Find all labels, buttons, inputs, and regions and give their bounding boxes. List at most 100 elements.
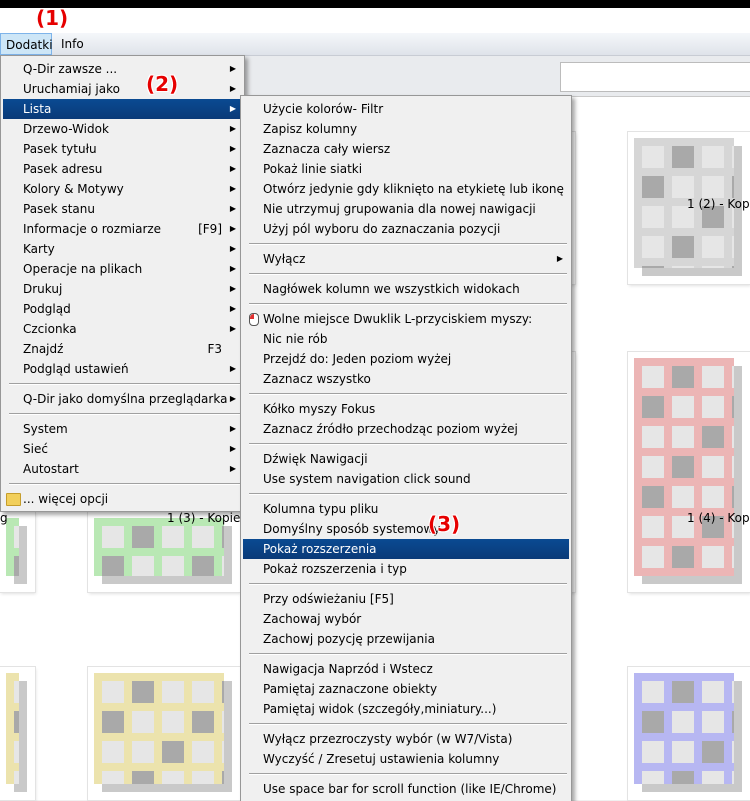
submenu-item-kolko-myszy-fokus[interactable]: Kółko myszy Fokus [243, 399, 569, 419]
submenu-item-label: Otwórz jedynie gdy kliknięto na etykietę… [263, 182, 564, 196]
submenu-item-kolumna-typu-pliku[interactable]: Kolumna typu pliku [243, 499, 569, 519]
thumbnail-cell [702, 176, 724, 198]
submenu-item-use-system-navigation-click-sound[interactable]: Use system navigation click sound [243, 469, 569, 489]
mouse-icon [249, 313, 259, 326]
submenu-item-dzwiek-nawigacji[interactable]: Dźwięk Nawigacji [243, 449, 569, 469]
submenu-item-zaznacza-caly-wiersz[interactable]: Zaznacza cały wiersz [243, 139, 569, 159]
thumbnail-cell [702, 741, 724, 763]
menu-item-pasek-stanu[interactable]: Pasek stanu ▶ [3, 199, 242, 219]
submenu-item-label: Zaznacz wszystko [263, 372, 371, 386]
file-thumbnail[interactable] [0, 667, 35, 800]
menu-item-informacje-o-rozmiarze[interactable]: Informacje o rozmiarze [F9] ▶ [3, 219, 242, 239]
menu-item-label: Znajdź [23, 342, 64, 356]
submenu-arrow-icon: ▶ [229, 204, 236, 213]
submenu-item-label: Pokaż linie siatki [263, 162, 363, 176]
submenu-item-uzyj-pol-wyboru-do-zaznaczania-pozycji[interactable]: Użyj pól wyboru do zaznaczania pozycji [243, 219, 569, 239]
submenu-item-zachowj-pozycje-przewijania[interactable]: Zachowj pozycję przewijania [243, 629, 569, 649]
menu-item-label: Karty [23, 242, 55, 256]
submenu-item-label: Nie utrzymuj grupowania dla nowej nawiga… [263, 202, 536, 216]
submenu-arrow-icon: ▶ [229, 64, 236, 73]
thumbnail-cell [162, 556, 184, 576]
thumbnail-cell [642, 771, 664, 784]
menu-separator [9, 383, 240, 385]
file-thumbnail[interactable] [628, 352, 750, 592]
menu-item-uruchamiaj-jako[interactable]: Uruchamiaj jako ▶ [3, 79, 242, 99]
submenu-item-pokaz-rozszerzenia[interactable]: Pokaż rozszerzenia [243, 539, 569, 559]
menu-item-label: Sieć [23, 442, 48, 456]
menu-item-autostart[interactable]: Autostart ▶ [3, 459, 242, 479]
thumbnail-cell [672, 681, 694, 703]
thumbnail-cell [642, 741, 664, 763]
submenu-item-wylacz-przezroczysty-wybor-w-w7-vista[interactable]: Wyłącz przezroczysty wybór (w W7/Vista) [243, 729, 569, 749]
menu-item-drzewo-widok[interactable]: Drzewo-Widok ▶ [3, 119, 242, 139]
address-input[interactable] [560, 62, 750, 92]
menu-item-drukuj[interactable]: Drukuj ▶ [3, 279, 242, 299]
thumbnail-cell [14, 526, 19, 548]
thumbnail-cell [732, 741, 734, 763]
menu-item-czcionka[interactable]: Czcionka ▶ [3, 319, 242, 339]
thumbnail-cell [702, 486, 724, 508]
menu-item-q-dir-zawsze[interactable]: Q-Dir zawsze ... ▶ [3, 59, 242, 79]
menu-item-podglad[interactable]: Podgląd ▶ [3, 299, 242, 319]
menu-item-podglad-ustawien[interactable]: Podgląd ustawień ▶ [3, 359, 242, 379]
submenu-item-przy-odswiezaniu-f5[interactable]: Przy odświeżaniu [F5] [243, 589, 569, 609]
submenu-item-label: Kolumna typu pliku [263, 502, 379, 516]
menu-item-system[interactable]: System ▶ [3, 419, 242, 439]
thumbnail-cell [14, 556, 19, 576]
submenu-item-zaznacz-wszystko[interactable]: Zaznacz wszystko [243, 369, 569, 389]
submenu-item-wyczysc-zresetuj-ustawienia-kolumny[interactable]: Wyczyść / Zresetuj ustawienia kolumny [243, 749, 569, 769]
submenu-item-zaznacz-zrodlo-przechodzac-poziom-wyzej[interactable]: Zaznacz źródło przechodząc poziom wyżej [243, 419, 569, 439]
submenu-item-pamietaj-widok-szczegoly-miniatury[interactable]: Pamiętaj widok (szczegóły,miniatury...) [243, 699, 569, 719]
submenu-item-naglowek-kolumn-we-wszystkich-widokach[interactable]: Nagłówek kolumn we wszystkich widokach [243, 279, 569, 299]
submenu-item-zapisz-kolumny[interactable]: Zapisz kolumny [243, 119, 569, 139]
menu-item-operacje-na-plikach[interactable]: Operacje na plikach ▶ [3, 259, 242, 279]
thumbnail-caption[interactable]: g [0, 510, 8, 526]
submenu-item-domyslny-sposob-systemowy[interactable]: Domyślny sposób systemowy [243, 519, 569, 539]
submenu-item-label: Przy odświeżaniu [F5] [263, 592, 394, 606]
submenu-item-otworz-jedynie-gdy-kliknieto-na-etykiete-lub-ikone[interactable]: Otwórz jedynie gdy kliknięto na etykietę… [243, 179, 569, 199]
submenu-item-nie-utrzymuj-grupowania-dla-nowej-nawigacji[interactable]: Nie utrzymuj grupowania dla nowej nawiga… [243, 199, 569, 219]
submenu-item-label: Wyłącz przezroczysty wybór (w W7/Vista) [263, 732, 513, 746]
thumbnail-image [6, 518, 19, 576]
submenu-item-label: Nagłówek kolumn we wszystkich widokach [263, 282, 520, 296]
menu-item-q-dir-jako-domyslna-przegladarka[interactable]: Q-Dir jako domyślna przeglądarka ▶ [3, 389, 242, 409]
menu-item-siec[interactable]: Sieć ▶ [3, 439, 242, 459]
thumbnail-cell [702, 456, 724, 478]
submenu-item-zachowaj-wybor[interactable]: Zachowaj wybór [243, 609, 569, 629]
thumbnail-cell [732, 366, 734, 388]
submenu-item-przejdz-do-jeden-poziom-wyzej[interactable]: Przejdź do: Jeden poziom wyżej [243, 349, 569, 369]
menu-item-pasek-tytulu[interactable]: Pasek tytułu ▶ [3, 139, 242, 159]
thumbnail-cell [732, 396, 734, 418]
submenu-arrow-icon: ▶ [229, 464, 236, 473]
menu-info[interactable]: Info [56, 33, 89, 55]
submenu-item-uzycie-kolorow-filtr[interactable]: Użycie kolorów- Filtr [243, 99, 569, 119]
submenu-item-pamietaj-zaznaczone-obiekty[interactable]: Pamiętaj zaznaczone obiekty [243, 679, 569, 699]
menu-item-karty[interactable]: Karty ▶ [3, 239, 242, 259]
thumbnail-cell [132, 771, 154, 784]
submenu-item-pokaz-rozszerzenia-i-typ[interactable]: Pokaż rozszerzenia i typ [243, 559, 569, 579]
menu-item-pasek-adresu[interactable]: Pasek adresu ▶ [3, 159, 242, 179]
submenu-item-wolne-miejsce-dwuklik-l-przyciskiem-myszy[interactable]: Wolne miejsce Dwuklik L-przyciskiem mysz… [243, 309, 569, 329]
submenu-item-wylacz[interactable]: Wyłącz ▶ [243, 249, 569, 269]
menu-item-kolory-motywy[interactable]: Kolory & Motywy ▶ [3, 179, 242, 199]
menu-item-znajdz[interactable]: Znajdź F3 [3, 339, 242, 359]
menu-dodatki[interactable]: Dodatki [0, 33, 53, 55]
submenu-item-label: Use space bar for scroll function (like … [263, 782, 557, 796]
file-thumbnail[interactable] [628, 667, 750, 800]
file-thumbnail[interactable] [88, 667, 240, 800]
menu-item-wiecej-opcji[interactable]: ... więcej opcji [3, 489, 242, 509]
window-top-area [0, 0, 750, 33]
thumbnail-caption[interactable]: 1 (2) - Kopie [687, 196, 750, 212]
thumbnail-caption[interactable]: 1 (4) - Kopie [687, 510, 750, 526]
thumbnail-cell [132, 741, 154, 763]
thumbnail-cell [672, 236, 694, 258]
thumbnail-image [6, 673, 19, 784]
thumbnail-cell [702, 426, 724, 448]
submenu-item-pokaz-linie-siatki[interactable]: Pokaż linie siatki [243, 159, 569, 179]
menu-item-lista[interactable]: Lista ▶ [3, 99, 242, 119]
thumbnail-cell [642, 366, 664, 388]
submenu-item-nic-nie-rob[interactable]: Nic nie rób [243, 329, 569, 349]
submenu-item-nawigacja-naprzod-i-wstecz[interactable]: Nawigacja Naprzód i Wstecz [243, 659, 569, 679]
thumbnail-cell [702, 146, 724, 168]
submenu-item-use-space-bar-for-scroll-function-like-ie-chrome[interactable]: Use space bar for scroll function (like … [243, 779, 569, 799]
